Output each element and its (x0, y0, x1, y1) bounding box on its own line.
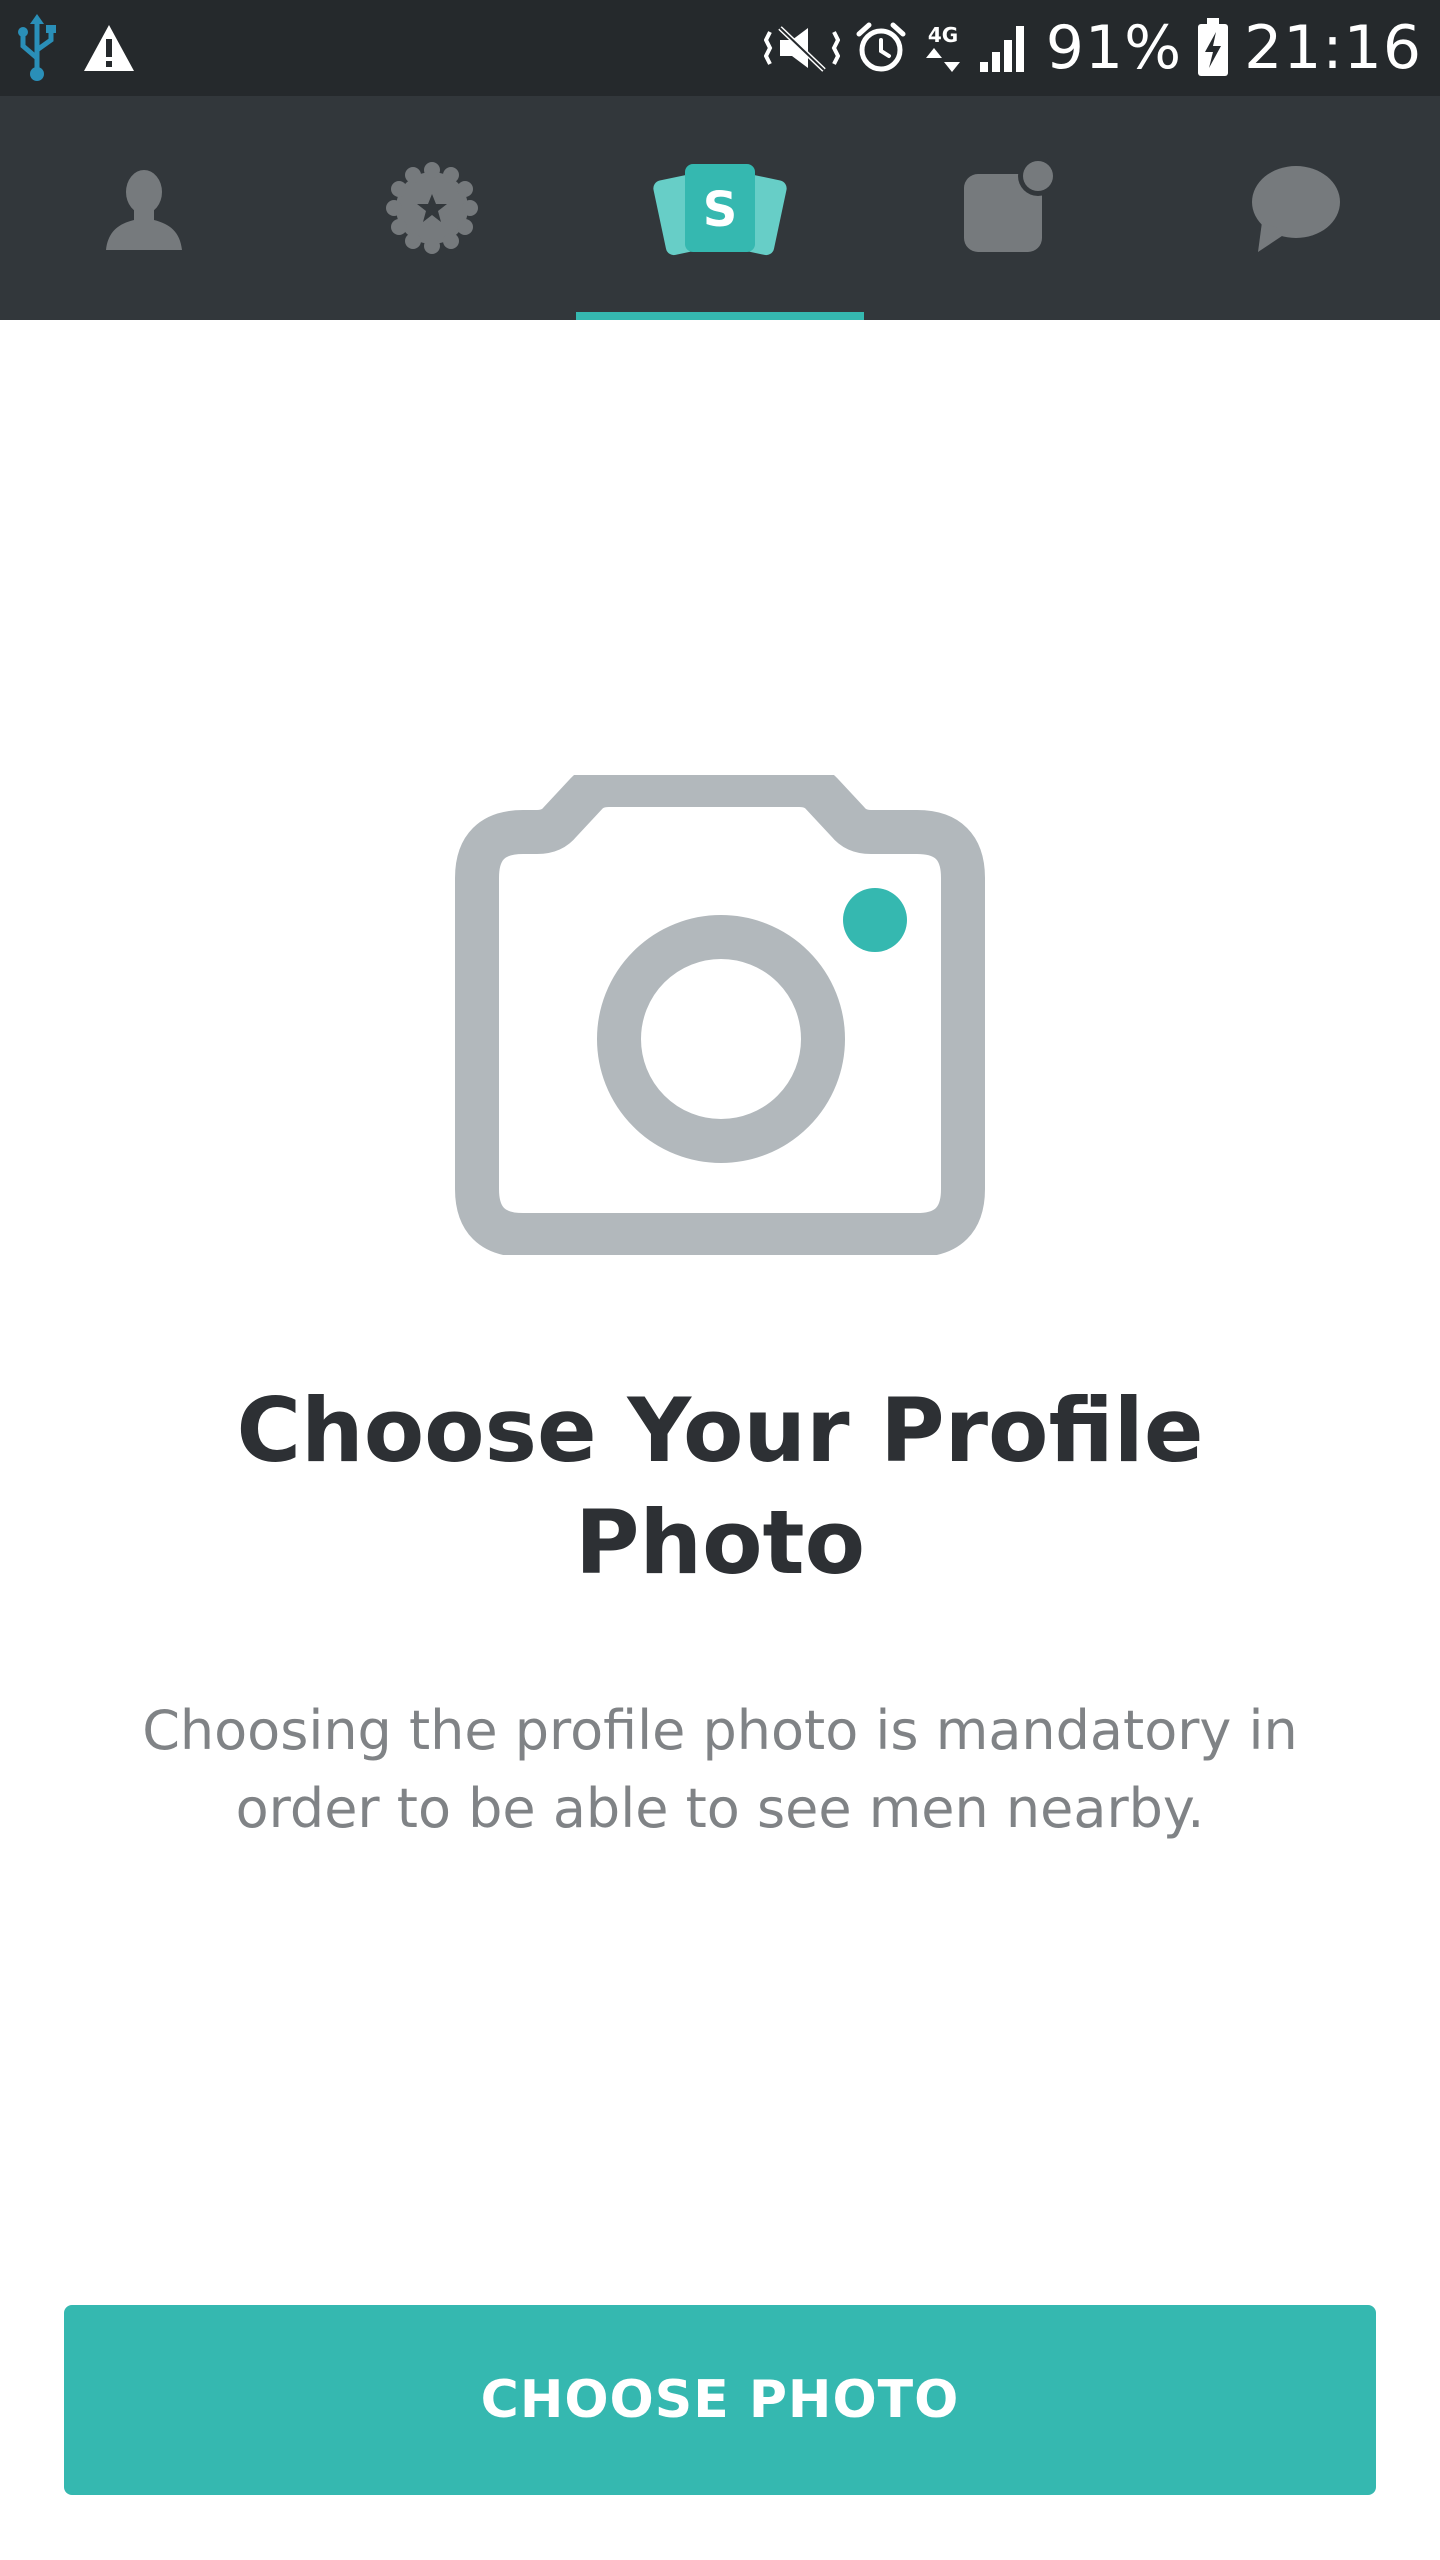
signal-icon (978, 22, 1032, 74)
status-right-group: 4G 91% 21:16 (763, 13, 1422, 83)
badge-star-icon (386, 162, 478, 254)
battery-percentage: 91% (1045, 13, 1183, 83)
main-content: Choose Your Profile Photo Choosing the p… (0, 320, 1440, 2560)
tab-notifications[interactable] (864, 96, 1152, 320)
camera-icon (455, 775, 985, 1255)
tab-swipe[interactable]: S (576, 96, 864, 320)
page-title: Choose Your Profile Photo (236, 1379, 1204, 1594)
tab-messages[interactable] (1152, 96, 1440, 320)
vibrate-icon (763, 20, 840, 76)
alarm-icon (854, 20, 908, 76)
warning-icon (82, 23, 136, 73)
battery-charging-icon (1196, 18, 1230, 78)
swipe-cards-icon: S (653, 164, 787, 256)
tab-favorites[interactable] (288, 96, 576, 320)
svg-text:4G: 4G (928, 23, 958, 47)
tab-profile[interactable] (0, 96, 288, 320)
tab-bar: S (0, 96, 1440, 320)
status-bar: 4G 91% 21:16 (0, 0, 1440, 96)
notification-icon (964, 158, 1058, 252)
active-tab-indicator (576, 312, 864, 320)
network-4g-icon: 4G (922, 20, 964, 76)
profile-icon (106, 170, 182, 250)
clock-time: 21:16 (1244, 13, 1422, 83)
usb-icon (14, 14, 60, 82)
choose-photo-button[interactable]: CHOOSE PHOTO (64, 2305, 1376, 2495)
chat-bubble-icon (1252, 166, 1340, 252)
page-description: Choosing the profile photo is mandatory … (142, 1699, 1298, 1840)
svg-text:S: S (703, 182, 738, 238)
status-left-group (14, 14, 136, 82)
